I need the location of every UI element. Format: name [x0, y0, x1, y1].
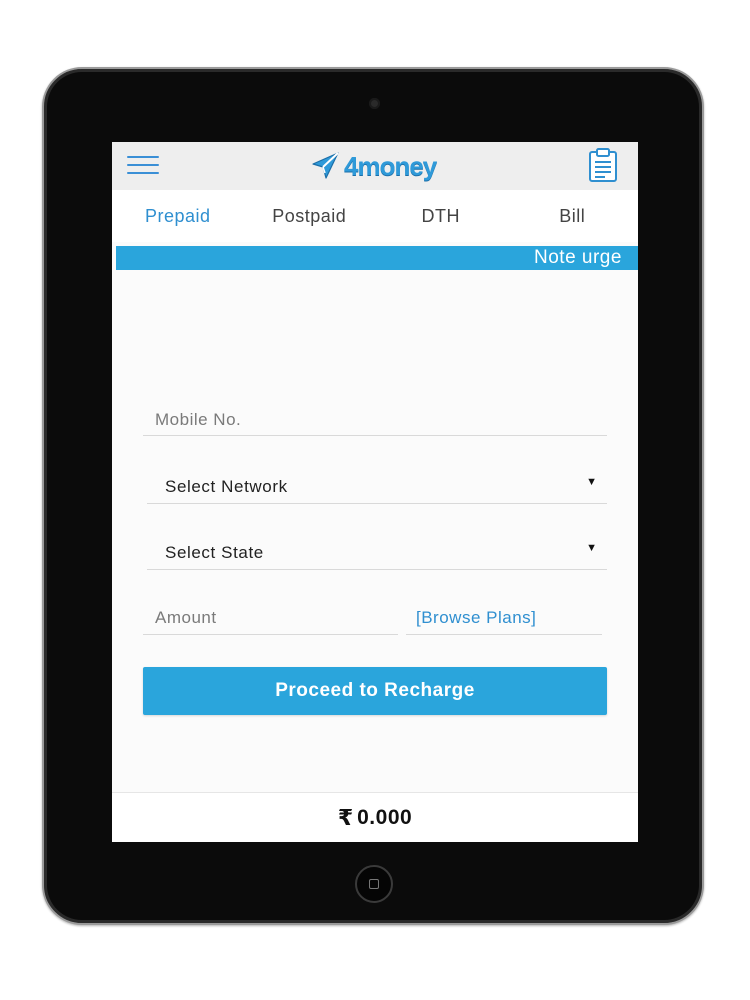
network-select-label: Select Network [165, 477, 288, 496]
browse-plans-link[interactable]: [Browse Plans] [406, 608, 536, 628]
ticker-text: Note urge [534, 247, 622, 268]
clipboard-icon[interactable] [585, 147, 621, 183]
tab-postpaid[interactable]: Postpaid [244, 190, 376, 242]
state-select[interactable]: Select State ▼ [147, 534, 607, 570]
tab-dth[interactable]: DTH [375, 190, 507, 242]
mobile-number-input[interactable] [143, 404, 607, 435]
brand-logo: 4money [310, 149, 437, 183]
rupee-icon: ₹ [337, 804, 354, 830]
app-header: 4money [112, 142, 638, 190]
caret-down-icon: ▼ [586, 476, 597, 488]
home-button[interactable] [355, 865, 393, 903]
hamburger-menu-icon[interactable] [127, 156, 159, 176]
tab-bill[interactable]: Bill [507, 190, 639, 242]
notice-ticker: Note urge [116, 246, 638, 270]
tab-prepaid[interactable]: Prepaid [112, 190, 244, 242]
proceed-to-recharge-button[interactable]: Proceed to Recharge [143, 667, 607, 715]
app-screen: 4money Prepaid Postpaid DTH Bill Note ur… [112, 142, 638, 842]
state-select-label: Select State [165, 543, 264, 562]
tablet-frame: 4money Prepaid Postpaid DTH Bill Note ur… [42, 67, 704, 925]
network-select[interactable]: Select Network ▼ [147, 468, 607, 504]
amount-field [143, 601, 398, 635]
brand-name: 4money [344, 150, 437, 181]
browse-plans-field: [Browse Plans] [406, 601, 602, 635]
wallet-balance-bar: ₹ 0.000 [112, 792, 638, 842]
camera-icon [369, 98, 380, 109]
amount-input[interactable] [143, 601, 398, 634]
recharge-type-tabs: Prepaid Postpaid DTH Bill [112, 190, 638, 242]
wallet-balance: 0.000 [357, 805, 413, 829]
mobile-number-field [143, 404, 607, 436]
paper-plane-icon [312, 152, 339, 179]
caret-down-icon: ▼ [586, 542, 597, 554]
